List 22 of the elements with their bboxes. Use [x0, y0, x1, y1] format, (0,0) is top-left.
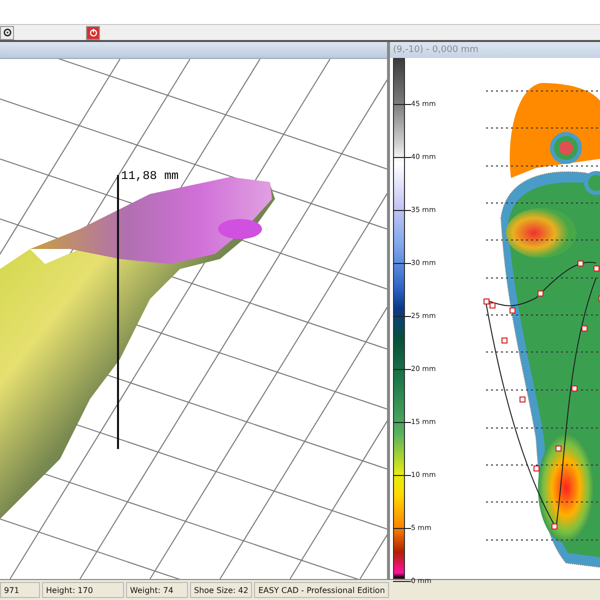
control-point[interactable]	[582, 326, 588, 332]
control-point[interactable]	[578, 260, 584, 266]
control-point[interactable]	[538, 290, 544, 296]
control-point[interactable]	[556, 446, 562, 452]
control-point[interactable]	[502, 338, 508, 344]
status-field: EASY CAD - Professional Edition	[254, 582, 389, 598]
control-point[interactable]	[534, 466, 540, 472]
control-point[interactable]	[594, 266, 600, 272]
control-point[interactable]	[510, 308, 516, 314]
measurement-label: 11,88 mm	[121, 169, 179, 183]
status-field: 971	[0, 582, 40, 598]
control-point[interactable]	[490, 302, 496, 308]
control-point[interactable]	[520, 396, 526, 402]
control-point[interactable]	[484, 298, 490, 304]
power-icon[interactable]	[86, 26, 100, 40]
tool-icon[interactable]	[0, 26, 14, 40]
control-point[interactable]	[552, 524, 558, 530]
control-point[interactable]	[572, 386, 578, 392]
status-field: Shoe Size: 42	[190, 582, 252, 598]
status-field: Height: 170	[42, 582, 124, 598]
coordinate-readout: (9,-10) - 0,000 mm	[390, 42, 600, 58]
status-field: Weight: 74	[126, 582, 188, 598]
